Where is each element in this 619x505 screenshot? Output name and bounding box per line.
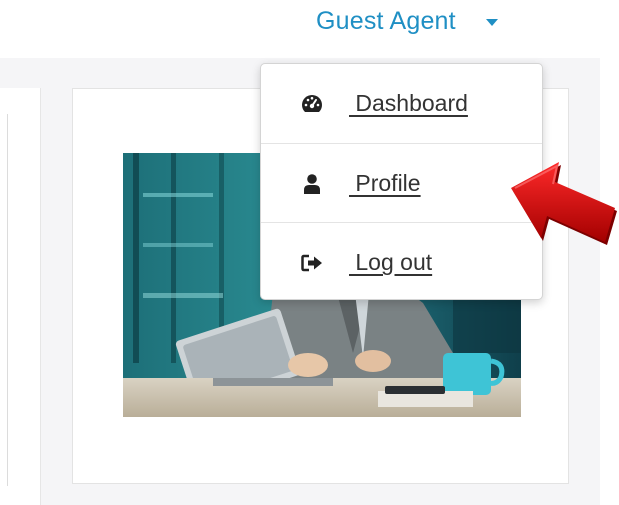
sign-out-icon [301,252,323,274]
dropdown-item-logout[interactable]: Log out [261,222,542,302]
dashboard-gauge-icon [301,93,323,115]
top-bar: Guest Agent [0,0,619,50]
divider [7,114,8,486]
dropdown-item-profile[interactable]: Profile [261,143,542,223]
user-name: Guest Agent [316,6,456,35]
left-card [0,88,41,505]
dropdown-item-label: Log out [349,249,433,275]
dropdown-item-label: Dashboard [349,90,468,116]
dropdown-item-label: Profile [349,170,421,196]
user-icon [301,173,323,195]
caret-down-icon [485,18,498,26]
dropdown-item-dashboard[interactable]: Dashboard [261,64,542,143]
user-dropdown-menu: Dashboard Profile Log out [260,63,543,300]
red-arrow-pointing-left [507,160,619,250]
user-menu-toggle[interactable]: Guest Agent [316,3,498,39]
